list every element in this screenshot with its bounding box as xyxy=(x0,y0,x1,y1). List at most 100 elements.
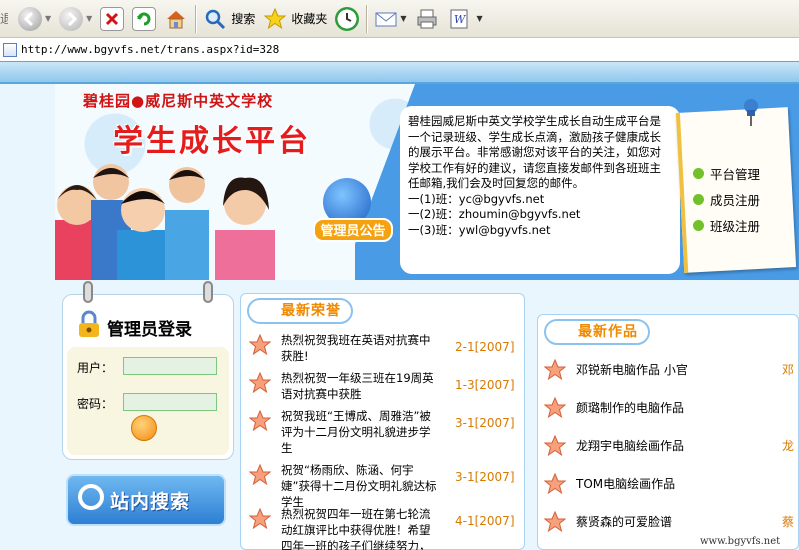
refresh-icon xyxy=(132,6,157,31)
star-bullet-icon xyxy=(544,359,566,381)
home-icon xyxy=(164,7,188,31)
quick-links: 平台管理 成员注册 班级注册 xyxy=(693,160,760,238)
home-button[interactable] xyxy=(160,2,192,36)
work-title[interactable]: 龙翔宇电脑绘画作品 xyxy=(576,437,776,454)
site-header: 碧桂园●威尼斯中英文学校 学生成长平台 管理员公告 碧桂园威尼斯中英文学校学生成… xyxy=(55,84,799,280)
notice-email-line: 一(2)班：zhoumin@bgyvfs.net xyxy=(408,207,581,221)
works-heading: 最新作品 xyxy=(544,319,650,345)
honor-item[interactable]: 祝贺“杨雨欣、陈涵、何宇婕”获得十二月份文明礼貌达标学生 3-1[2007] xyxy=(249,462,521,510)
work-item[interactable]: 蔡贤森的可爱脸谱 蔡 xyxy=(544,509,799,533)
site-top-strip xyxy=(0,62,799,84)
honor-title[interactable]: 热烈祝贺我班在英语对抗赛中获胜! xyxy=(281,332,441,364)
honor-title[interactable]: 祝贺“杨雨欣、陈涵、何宇婕”获得十二月份文明礼貌达标学生 xyxy=(281,462,441,510)
edit-button[interactable]: W ▼ xyxy=(443,2,487,36)
star-bullet-icon xyxy=(544,473,566,495)
honors-heading: 最新荣誉 xyxy=(247,298,353,324)
students-photo xyxy=(55,160,285,280)
favorites-label: 收藏夹 xyxy=(291,12,328,26)
honor-item[interactable]: 热烈祝贺我班在英语对抗赛中获胜! 2-1[2007] xyxy=(249,332,521,364)
work-title[interactable]: 邓锐新电脑作品 小官 xyxy=(576,361,776,378)
magnifier-icon xyxy=(78,484,104,510)
search-button[interactable]: 搜索 xyxy=(199,2,259,36)
honor-item[interactable]: 祝贺我班“王博成、周雅浩”被评为十二月份文明礼貌进步学生 3-1[2007] xyxy=(249,408,521,456)
link-label: 平台管理 xyxy=(710,166,761,182)
login-title: 管理员登录 xyxy=(107,320,192,340)
admin-login-panel: 管理员登录 用户： 密码： xyxy=(62,281,234,460)
work-author: 蔡 xyxy=(782,514,795,529)
star-bullet-icon xyxy=(249,410,271,432)
work-item[interactable]: 邓锐新电脑作品 小官 邓 xyxy=(544,357,799,381)
honor-title[interactable]: 热烈祝贺一年级三班在19周英语对抗赛中获胜 xyxy=(281,370,441,402)
work-author: 邓 xyxy=(782,362,795,377)
username-input[interactable] xyxy=(123,357,217,375)
forward-button[interactable]: ▼ xyxy=(55,2,96,36)
web-page: 碧桂园●威尼斯中英文学校 学生成长平台 管理员公告 碧桂园威尼斯中英文学校学生成… xyxy=(0,84,799,550)
work-item[interactable]: TOM电脑绘画作品 xyxy=(544,471,799,495)
printer-icon xyxy=(415,7,439,31)
password-label: 密码： xyxy=(77,397,114,411)
work-title[interactable]: 蔡贤森的可爱脸谱 xyxy=(576,513,776,530)
honor-item[interactable]: 热烈祝贺四年一班在第七轮流动红旗评比中获得优胜！希望四年一班的孩子们继续努力，争… xyxy=(249,506,521,550)
site-search-label: 站内搜索 xyxy=(110,491,191,513)
admin-notice-badge[interactable]: 管理员公告 xyxy=(313,178,393,250)
url-text[interactable]: http://www.bgyvfs.net/trans.aspx?id=328 xyxy=(21,43,279,56)
back-label-fragment[interactable]: 退 xyxy=(0,10,8,27)
work-title[interactable]: TOM电脑绘画作品 xyxy=(576,475,776,492)
link-platform-management[interactable]: 平台管理 xyxy=(693,160,760,186)
site-search-button[interactable]: 站内搜索 xyxy=(66,474,226,526)
admin-notice-label: 管理员公告 xyxy=(313,218,393,242)
toolbar-separator xyxy=(366,4,368,33)
honor-date: 3-1[2007] xyxy=(455,470,515,484)
bullet-icon xyxy=(693,193,704,205)
honor-title[interactable]: 热烈祝贺四年一班在第七轮流动红旗评比中获得优胜！希望四年一班的孩子们继续努力，争… xyxy=(281,506,441,550)
notice-board: 碧桂园威尼斯中英文学校学生成长自动生成平台是一个记录班级、学生成长点滴，激励孩子… xyxy=(400,106,680,274)
forward-arrow-icon xyxy=(59,6,84,31)
stop-icon xyxy=(100,6,125,31)
work-item[interactable]: 龙翔宇电脑绘画作品 龙 xyxy=(544,433,799,457)
binder-ring xyxy=(203,281,213,303)
latest-honors-panel: 最新荣誉 热烈祝贺我班在英语对抗赛中获胜! 2-1[2007] 热烈祝贺一年级三… xyxy=(240,293,525,550)
work-item[interactable]: 颜璐制作的电脑作品 xyxy=(544,395,799,419)
search-icon xyxy=(203,7,227,31)
honor-date: 3-1[2007] xyxy=(455,416,515,430)
platform-title: 学生成长平台 xyxy=(113,124,311,159)
work-author: 龙 xyxy=(782,438,795,453)
work-title[interactable]: 颜璐制作的电脑作品 xyxy=(576,399,776,416)
star-bullet-icon xyxy=(249,508,271,530)
link-label: 班级注册 xyxy=(710,218,761,234)
honor-date: 1-3[2007] xyxy=(455,378,515,392)
bullet-icon xyxy=(693,219,704,231)
latest-works-panel: 最新作品 邓锐新电脑作品 小官 邓 颜璐制作的电脑作品 龙翔宇电脑绘画作品 龙 … xyxy=(537,314,799,550)
link-label: 成员注册 xyxy=(710,192,761,208)
svg-text:W: W xyxy=(454,13,467,26)
link-class-registration[interactable]: 班级注册 xyxy=(693,212,760,238)
page-icon xyxy=(3,42,17,57)
stop-button[interactable] xyxy=(96,2,128,36)
star-bullet-icon xyxy=(249,464,271,486)
notice-text: 碧桂园威尼斯中英文学校学生成长自动生成平台是一个记录班级、学生成长点滴，激励孩子… xyxy=(408,114,661,190)
lock-icon xyxy=(75,309,103,339)
search-label: 搜索 xyxy=(231,12,256,26)
login-form: 用户： 密码： xyxy=(67,347,229,455)
star-bullet-icon xyxy=(249,372,271,394)
browser-toolbar: 退 ▼ ▼ 搜索 收藏夹 ▼ W ▼ xyxy=(0,0,799,38)
school-name: 碧桂园●威尼斯中英文学校 xyxy=(83,92,274,110)
back-button[interactable]: ▼ xyxy=(14,2,55,36)
refresh-button[interactable] xyxy=(128,2,160,36)
history-button[interactable] xyxy=(331,2,363,36)
print-button[interactable] xyxy=(411,2,443,36)
word-document-icon: W xyxy=(447,7,471,31)
mail-icon xyxy=(374,7,398,31)
link-member-registration[interactable]: 成员注册 xyxy=(693,186,760,212)
mail-button[interactable]: ▼ xyxy=(370,2,410,36)
favorites-button[interactable]: 收藏夹 xyxy=(259,2,331,36)
honor-item[interactable]: 热烈祝贺一年级三班在19周英语对抗赛中获胜 1-3[2007] xyxy=(249,370,521,402)
binder-ring xyxy=(83,281,93,303)
back-arrow-icon xyxy=(18,6,42,31)
address-bar[interactable]: http://www.bgyvfs.net/trans.aspx?id=328 xyxy=(0,38,799,62)
password-input[interactable] xyxy=(123,393,217,411)
pushpin-icon xyxy=(740,98,762,126)
login-submit-button[interactable] xyxy=(131,415,157,441)
honor-title[interactable]: 祝贺我班“王博成、周雅浩”被评为十二月份文明礼貌进步学生 xyxy=(281,408,441,456)
star-bullet-icon xyxy=(544,397,566,419)
